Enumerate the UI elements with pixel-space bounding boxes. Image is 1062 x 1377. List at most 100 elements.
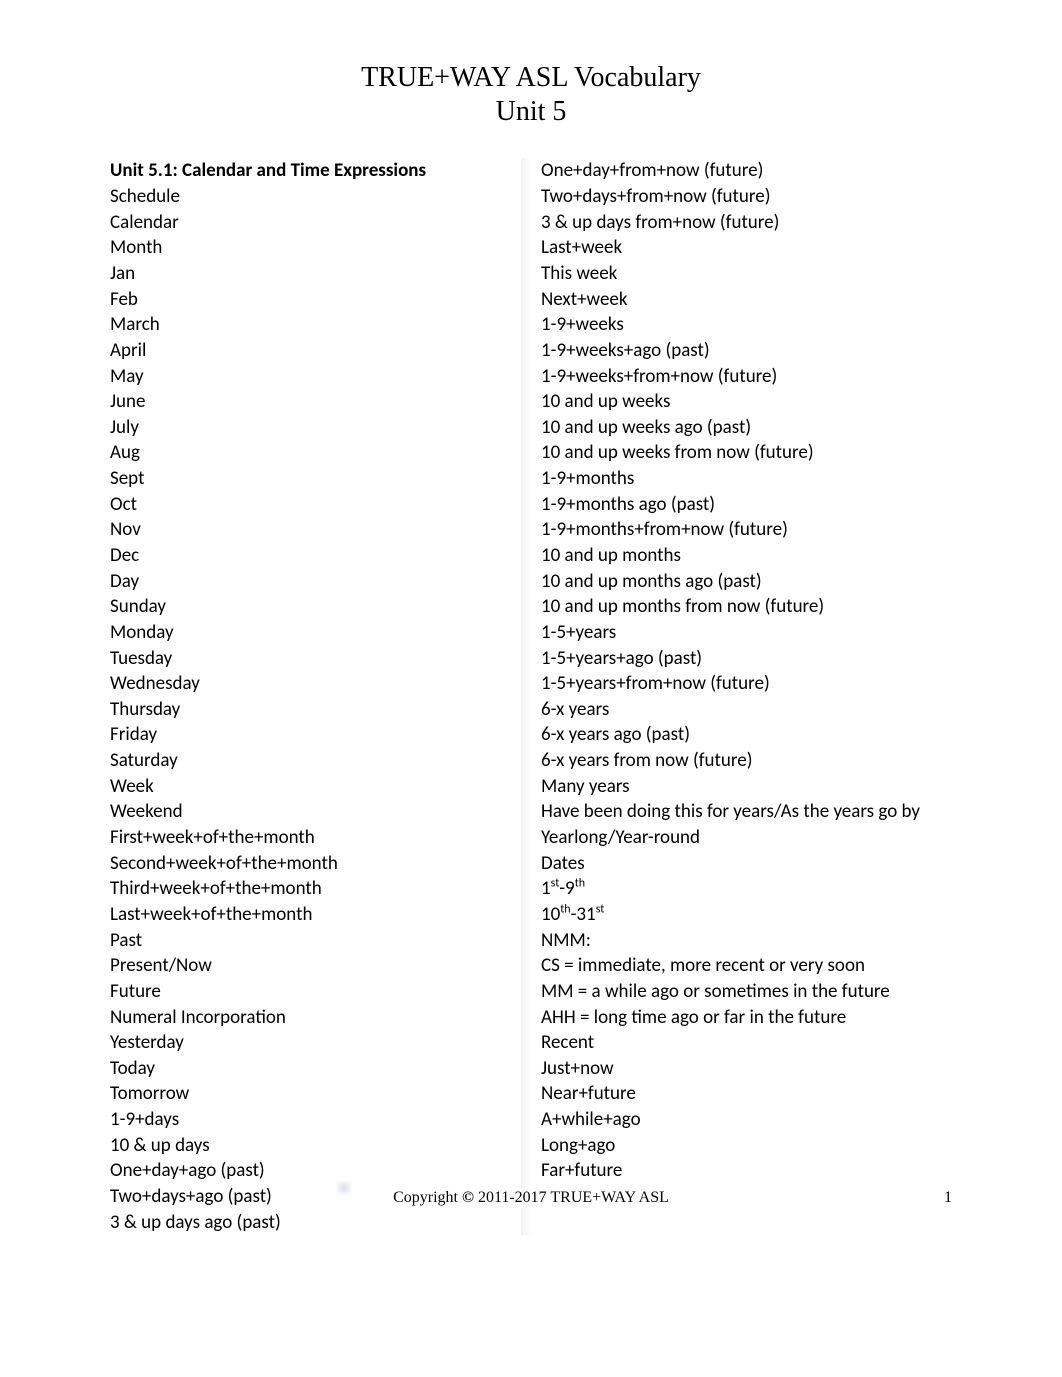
list-item: A+while+ago [541, 1107, 952, 1133]
list-item: Weekend [110, 799, 521, 825]
right-column: One+day+from+now (future)Two+days+from+n… [541, 158, 952, 1235]
copyright-prefix: Copyright [393, 1189, 462, 1206]
list-item: 1-9+months [541, 466, 952, 492]
list-item: MM = a while ago or sometimes in the fut… [541, 979, 952, 1005]
list-item: Today [110, 1056, 521, 1082]
list-item: Past [110, 928, 521, 954]
list-item: Second+week+of+the+month [110, 851, 521, 877]
list-item: Sept [110, 466, 521, 492]
list-item: Week [110, 774, 521, 800]
ord1-b: 9 [565, 877, 575, 900]
list-item: First+week+of+the+month [110, 825, 521, 851]
list-item: 1-9+weeks [541, 312, 952, 338]
ord1-a-sup: st [551, 877, 560, 891]
list-item: Far+future [541, 1158, 952, 1184]
list-item: Schedule [110, 184, 521, 210]
list-item: 6-x years [541, 697, 952, 723]
list-item: Third+week+of+the+month [110, 876, 521, 902]
list-item: Dates [541, 851, 952, 877]
list-item: AHH = long time ago or far in the future [541, 1005, 952, 1031]
list-item: 10 and up weeks [541, 389, 952, 415]
list-item: Thursday [110, 697, 521, 723]
list-item: Last+week+of+the+month [110, 902, 521, 928]
list-item: Yesterday [110, 1030, 521, 1056]
ord2-b-sup: st [596, 903, 605, 917]
list-item: Day [110, 569, 521, 595]
list-item: Oct [110, 492, 521, 518]
list-item: March [110, 312, 521, 338]
list-item: 10 and up months [541, 543, 952, 569]
list-item: 1-9+months ago (past) [541, 492, 952, 518]
left-column: Unit 5.1: Calendar and Time Expressions … [110, 158, 521, 1235]
list-item: 1-9+months+from+now (future) [541, 517, 952, 543]
list-item: Jan [110, 261, 521, 287]
list-item: 1-5+years+from+now (future) [541, 671, 952, 697]
list-item: Many years [541, 774, 952, 800]
list-item: One+day+ago (past) [110, 1158, 521, 1184]
list-item: Tomorrow [110, 1081, 521, 1107]
list-item: Wednesday [110, 671, 521, 697]
copyright-symbol: © [462, 1189, 474, 1206]
list-item: Just+now [541, 1056, 952, 1082]
list-item: Future [110, 979, 521, 1005]
list-item: 1-5+years [541, 620, 952, 646]
ord2-a: 10 [541, 903, 560, 926]
list-item: NMM: [541, 928, 952, 954]
list-item: One+day+from+now (future) [541, 158, 952, 184]
section-title: Unit 5.1: Calendar and Time Expressions [110, 158, 521, 184]
list-item: Yearlong/Year-round [541, 825, 952, 851]
footer-copyright: Copyright © 2011-2017 TRUE+WAY ASL [0, 1189, 1062, 1207]
doc-title: TRUE+WAY ASL Vocabulary [110, 60, 952, 96]
list-item: Nov [110, 517, 521, 543]
list-item: Last+week [541, 235, 952, 261]
columns-container: Unit 5.1: Calendar and Time Expressions … [110, 158, 952, 1235]
list-item: Long+ago [541, 1133, 952, 1159]
list-item: Dec [110, 543, 521, 569]
list-item: Near+future [541, 1081, 952, 1107]
list-item: May [110, 364, 521, 390]
list-item: April [110, 338, 521, 364]
list-item: 10 and up weeks from now (future) [541, 440, 952, 466]
list-item: Aug [110, 440, 521, 466]
list-item: Feb [110, 287, 521, 313]
list-item: Calendar [110, 210, 521, 236]
list-item: Month [110, 235, 521, 261]
list-item: Present/Now [110, 953, 521, 979]
doc-subtitle: Unit 5 [110, 96, 952, 128]
list-item: Numeral Incorporation [110, 1005, 521, 1031]
list-item: 10 & up days [110, 1133, 521, 1159]
ordinal-range-2: 10th-31st [541, 902, 952, 928]
list-item: Friday [110, 722, 521, 748]
ordinal-range-1: 1st-9th [541, 876, 952, 902]
list-item: Monday [110, 620, 521, 646]
list-item: Next+week [541, 287, 952, 313]
ord1-a: 1 [541, 877, 551, 900]
list-item: June [110, 389, 521, 415]
list-item: This week [541, 261, 952, 287]
ord2-b: 31 [576, 903, 595, 926]
list-item: CS = immediate, more recent or very soon [541, 953, 952, 979]
list-item: 6-x years ago (past) [541, 722, 952, 748]
ord1-b-sup: th [575, 877, 585, 891]
list-item: Sunday [110, 594, 521, 620]
list-item: 1-9+days [110, 1107, 521, 1133]
document-header: TRUE+WAY ASL Vocabulary Unit 5 [110, 60, 952, 128]
list-item: Recent [541, 1030, 952, 1056]
list-item: 6-x years from now (future) [541, 748, 952, 774]
page-number: 1 [944, 1189, 952, 1207]
list-item: 10 and up months ago (past) [541, 569, 952, 595]
list-item: 10 and up weeks ago (past) [541, 415, 952, 441]
list-item: Tuesday [110, 646, 521, 672]
list-item: 3 & up days ago (past) [110, 1210, 521, 1236]
copyright-suffix: 2011-2017 TRUE+WAY ASL [474, 1189, 669, 1206]
list-item: Have been doing this for years/As the ye… [541, 799, 952, 825]
list-item: Two+days+from+now (future) [541, 184, 952, 210]
list-item: Saturday [110, 748, 521, 774]
list-item: 1-9+weeks+ago (past) [541, 338, 952, 364]
list-item: 1-5+years+ago (past) [541, 646, 952, 672]
list-item: July [110, 415, 521, 441]
list-item: 3 & up days from+now (future) [541, 210, 952, 236]
ord2-a-sup: th [560, 903, 570, 917]
list-item: 10 and up months from now (future) [541, 594, 952, 620]
list-item: 1-9+weeks+from+now (future) [541, 364, 952, 390]
